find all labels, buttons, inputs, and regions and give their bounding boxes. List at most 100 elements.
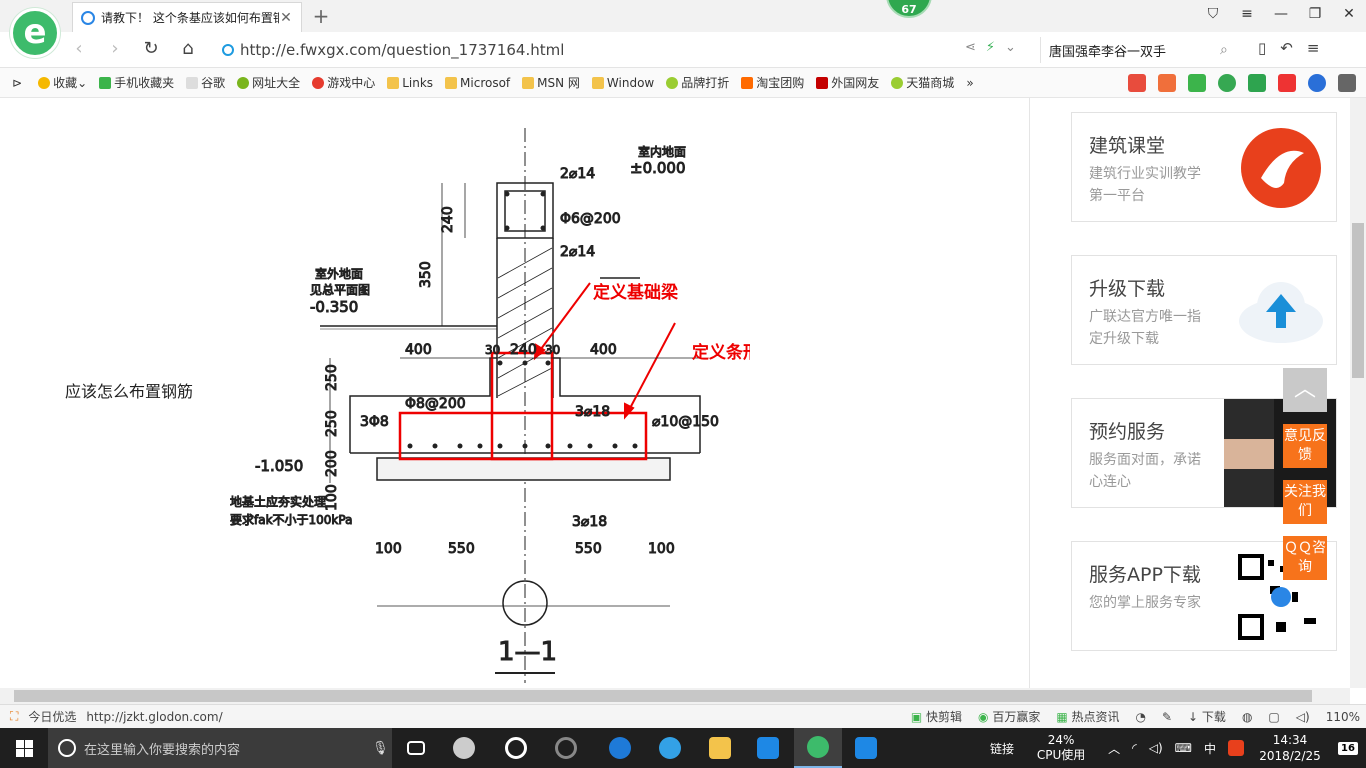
- remote-app-icon[interactable]: [842, 728, 890, 768]
- book-icon[interactable]: [1188, 74, 1206, 92]
- repair-icon[interactable]: ✎: [1162, 710, 1172, 724]
- hot-news-item[interactable]: ▦ 热点资讯: [1056, 708, 1119, 725]
- bookmark-hao[interactable]: 网址大全: [237, 74, 300, 91]
- more-menu-icon[interactable]: ≡: [1307, 39, 1320, 57]
- lightning-icon[interactable]: ⚡: [986, 40, 995, 55]
- start-button[interactable]: [0, 728, 48, 768]
- translate-icon[interactable]: [1248, 74, 1266, 92]
- magnifier-icon[interactable]: [1308, 74, 1326, 92]
- zoom-level[interactable]: 110%: [1326, 710, 1360, 724]
- share-icon[interactable]: ⋖: [965, 40, 976, 55]
- today-picks[interactable]: 今日优选: [28, 708, 76, 725]
- undo-icon[interactable]: ↶: [1280, 39, 1293, 57]
- tray-expand-icon[interactable]: ︿: [1108, 740, 1120, 757]
- horizontal-scrollbar[interactable]: [0, 688, 1350, 704]
- feedback-button[interactable]: 意见反馈: [1283, 424, 1327, 468]
- window-controls: ⛉ ≡ — ❐ ✕: [1196, 6, 1366, 22]
- close-window-icon[interactable]: ✕: [1332, 6, 1366, 22]
- shirt-skin-icon[interactable]: ⛉: [1196, 6, 1230, 22]
- internet-explorer-icon[interactable]: [646, 728, 694, 768]
- refresh-icon[interactable]: ↻: [138, 38, 164, 59]
- shield-icon[interactable]: [1218, 74, 1236, 92]
- ime-indicator[interactable]: 中: [1204, 740, 1216, 757]
- bookmark-bar: ⊳ 收藏 ⌄ 手机收藏夹 谷歌 网址大全 游戏中心 Links Microsof …: [0, 68, 1366, 98]
- vertical-scrollbar[interactable]: [1350, 98, 1366, 688]
- card-course[interactable]: 建筑课堂 建筑行业实训教学第一平台: [1071, 112, 1337, 222]
- apps-icon[interactable]: [1338, 74, 1356, 92]
- tray-link[interactable]: 链接: [990, 740, 1014, 757]
- tab-close-icon[interactable]: ✕: [279, 10, 293, 26]
- bookmark-google[interactable]: 谷歌: [186, 74, 225, 91]
- active-tab[interactable]: 请教下！ 这个条基应该如何布置钢筋 ✕: [72, 2, 302, 32]
- million-winner-item[interactable]: ◉ 百万赢家: [978, 708, 1040, 725]
- clean-icon[interactable]: ◍: [1242, 710, 1252, 724]
- bookmarks-more[interactable]: »: [966, 76, 973, 90]
- bookmark-windows[interactable]: Window: [591, 76, 654, 90]
- outdoor-level: -0.350: [310, 298, 358, 316]
- speed-icon[interactable]: ◔: [1136, 710, 1146, 724]
- cortana-icon: [58, 739, 76, 757]
- swirl-app-icon[interactable]: [542, 728, 590, 768]
- card-title: 预约服务: [1089, 421, 1166, 443]
- glodon-app-icon[interactable]: [744, 728, 792, 768]
- task-view-icon[interactable]: [392, 728, 440, 768]
- taskbar-search[interactable]: 在这里输入你要搜索的内容 🎙: [48, 728, 392, 768]
- dropdown-icon[interactable]: ⌄: [1005, 40, 1016, 55]
- notification-center[interactable]: 16: [1330, 728, 1366, 768]
- clock[interactable]: 14:34 2018/2/25: [1250, 732, 1330, 764]
- bookmark-games[interactable]: 游戏中心: [312, 74, 375, 91]
- qq-consult-button[interactable]: ＱＱ咨询: [1283, 536, 1327, 580]
- speed-badge[interactable]: 67: [886, 0, 932, 18]
- bookmark-taobao[interactable]: 淘宝团购: [741, 74, 804, 91]
- speaker-icon[interactable]: ◁): [1149, 741, 1163, 755]
- bookmark-microsoft[interactable]: Microsof: [445, 76, 510, 90]
- bookmark-msn[interactable]: MSN 网: [522, 74, 580, 91]
- url-field[interactable]: http://e.fwxgx.com/question_1737164.html: [222, 37, 1032, 63]
- new-tab-button[interactable]: +: [310, 4, 332, 28]
- dim-400-right: 400: [590, 342, 617, 358]
- menu-icon[interactable]: ≡: [1230, 6, 1264, 22]
- browser-app-icon[interactable]: [794, 728, 842, 768]
- dim-240: 240: [440, 206, 456, 233]
- home-icon[interactable]: ⌂: [175, 38, 201, 59]
- ie-alt-icon[interactable]: [492, 728, 540, 768]
- window-icon[interactable]: ▢: [1268, 710, 1279, 724]
- microphone-icon[interactable]: 🎙: [372, 741, 392, 756]
- back-icon[interactable]: ‹: [66, 38, 92, 59]
- foundation-beam-box: [490, 351, 554, 461]
- keyboard-icon[interactable]: ⌨: [1175, 741, 1192, 755]
- search-box[interactable]: 唐国强牵李谷一双手 ⌕: [1040, 37, 1240, 63]
- download-item[interactable]: ↓ 下载: [1188, 708, 1226, 725]
- browser-logo-icon[interactable]: e: [10, 8, 60, 58]
- scroll-thumb[interactable]: [14, 690, 1312, 702]
- restore-icon[interactable]: ❐: [1298, 6, 1332, 22]
- forward-icon[interactable]: ›: [102, 38, 128, 59]
- edge-icon[interactable]: [596, 728, 644, 768]
- quick-cut-item[interactable]: ▣ 快剪辑: [911, 708, 962, 725]
- pinwheel-app-icon[interactable]: [440, 728, 488, 768]
- cpu-usage[interactable]: 24% CPU使用: [1026, 733, 1096, 763]
- bookmark-foreign[interactable]: 外国网友: [816, 74, 879, 91]
- sidebar-toggle-icon[interactable]: ⊳: [12, 76, 22, 90]
- follow-button[interactable]: 关注我们: [1283, 480, 1327, 524]
- bookmark-tmall[interactable]: 天猫商城: [891, 74, 954, 91]
- volume-icon[interactable]: ◁): [1296, 710, 1310, 724]
- scissors-icon[interactable]: [1278, 74, 1296, 92]
- scroll-thumb[interactable]: [1352, 223, 1364, 378]
- discount-icon[interactable]: [1158, 74, 1176, 92]
- back-to-top-button[interactable]: ︿: [1283, 368, 1327, 412]
- sogou-icon[interactable]: [1228, 740, 1244, 756]
- folder-icon: [387, 76, 400, 89]
- gift-icon[interactable]: ⛶: [10, 709, 18, 724]
- file-explorer-icon[interactable]: [696, 728, 744, 768]
- bookmark-mobile[interactable]: 手机收藏夹: [99, 74, 174, 91]
- bookmark-favorites[interactable]: 收藏 ⌄: [38, 74, 87, 91]
- card-upgrade[interactable]: 升级下载 广联达官方唯一指定升级下载: [1071, 255, 1337, 365]
- minimize-icon[interactable]: —: [1264, 6, 1298, 22]
- search-icon[interactable]: ⌕: [1220, 42, 1240, 58]
- bookmark-links[interactable]: Links: [387, 76, 433, 90]
- network-icon[interactable]: ◜: [1132, 741, 1137, 755]
- trophy-icon[interactable]: [1128, 74, 1146, 92]
- phone-icon[interactable]: ▯: [1258, 39, 1266, 57]
- bookmark-brand[interactable]: 品牌打折: [666, 74, 729, 91]
